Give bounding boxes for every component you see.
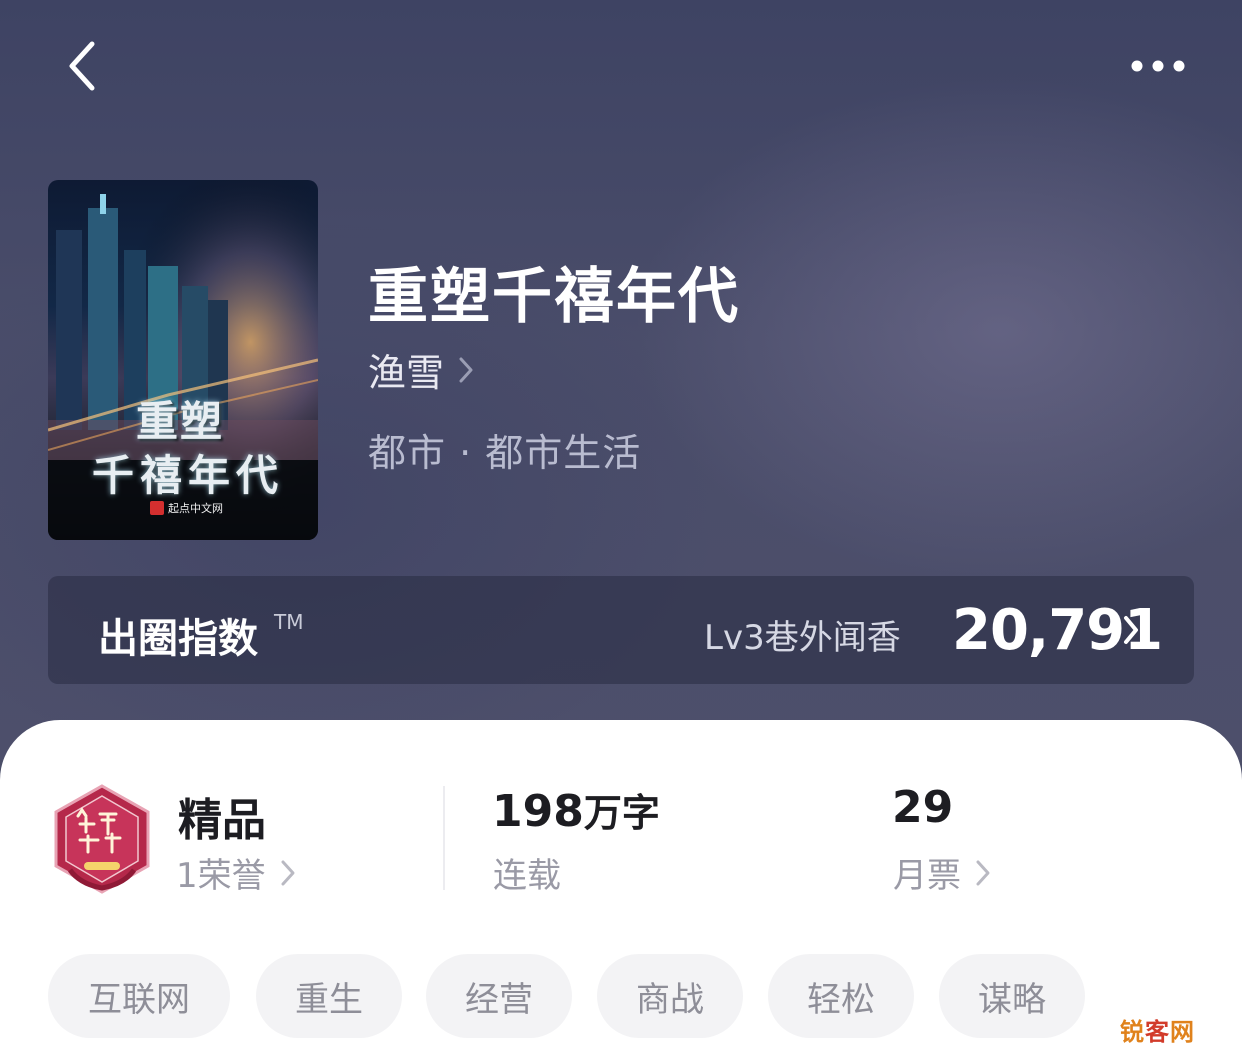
trademark-mark: TM bbox=[274, 610, 304, 634]
cover-title-line1: 重塑 bbox=[136, 397, 225, 446]
monthly-votes-label: 月票 bbox=[893, 856, 961, 896]
chevron-right-icon bbox=[976, 860, 990, 885]
stat-divider bbox=[443, 786, 445, 890]
word-count: 198万字 bbox=[492, 782, 660, 837]
cover-publisher: 起点中文网 bbox=[150, 500, 223, 516]
chevron-right-icon bbox=[1124, 616, 1138, 644]
publisher-logo-icon bbox=[150, 501, 164, 515]
monthly-votes-link[interactable]: 月票 bbox=[893, 848, 991, 897]
tag-chip[interactable]: 商战 bbox=[597, 954, 743, 1038]
quality-title: 精品 bbox=[178, 795, 266, 846]
publisher-name: 起点中文网 bbox=[168, 502, 223, 515]
author-link[interactable]: 渔雪 bbox=[368, 342, 474, 397]
book-genre: 都市 · 都市生活 bbox=[368, 431, 642, 475]
serial-status: 连载 bbox=[493, 856, 561, 896]
watermark-part1: 锐 bbox=[1120, 1018, 1145, 1046]
more-button[interactable] bbox=[1120, 46, 1196, 86]
more-dots-icon bbox=[1131, 60, 1185, 72]
popularity-index-bar[interactable]: 出圈指数 TM Lv3巷外闻香 20,791 bbox=[48, 576, 1194, 684]
book-cover[interactable]: 重塑 千禧年代 起点中文网 bbox=[48, 180, 318, 540]
quality-channel-badge-icon bbox=[54, 784, 150, 894]
chevron-left-icon bbox=[69, 41, 95, 91]
back-button[interactable] bbox=[58, 38, 108, 94]
honor-count: 1荣誉 bbox=[176, 856, 266, 896]
chevron-right-icon bbox=[281, 860, 295, 885]
tag-chip[interactable]: 轻松 bbox=[768, 954, 914, 1038]
tag-chip[interactable]: 经营 bbox=[426, 954, 572, 1038]
index-level: Lv3巷外闻香 bbox=[704, 618, 901, 658]
honor-link[interactable]: 1荣誉 bbox=[176, 848, 296, 897]
tag-chip[interactable]: 重生 bbox=[256, 954, 402, 1038]
chevron-right-icon bbox=[459, 357, 473, 382]
word-count-value: 198 bbox=[492, 786, 584, 837]
tag-chip[interactable]: 互联网 bbox=[48, 954, 230, 1038]
index-label: 出圈指数 bbox=[98, 616, 258, 662]
word-count-unit: 万字 bbox=[583, 791, 660, 835]
watermark-part3: 网 bbox=[1170, 1018, 1195, 1046]
tag-chip[interactable]: 谋略 bbox=[939, 954, 1085, 1038]
book-title: 重塑千禧年代 bbox=[368, 262, 740, 332]
author-name: 渔雪 bbox=[368, 351, 445, 395]
site-watermark: 锐客网 bbox=[1120, 1012, 1195, 1047]
watermark-part2: 客 bbox=[1145, 1018, 1170, 1046]
monthly-votes-value: 29 bbox=[892, 782, 954, 833]
cover-title-line2: 千禧年代 bbox=[92, 451, 285, 500]
